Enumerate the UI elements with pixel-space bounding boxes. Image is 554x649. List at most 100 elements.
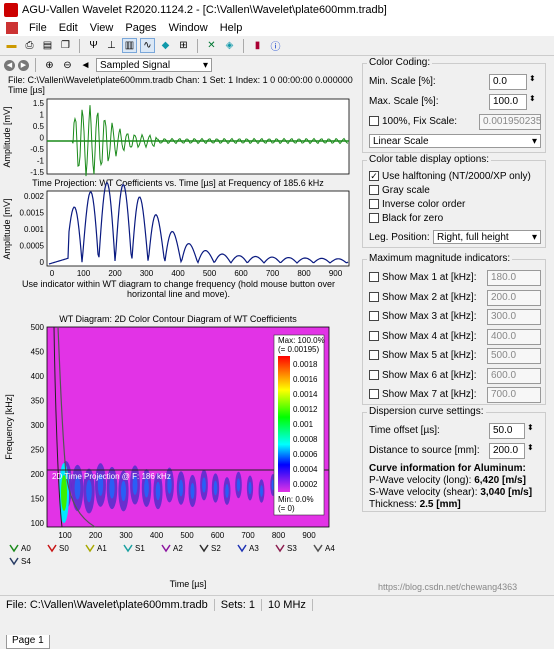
filter-icon[interactable]: Ψ	[86, 38, 101, 53]
plot3-ylabel: Frequency [kHz]	[4, 394, 14, 460]
menu-window[interactable]: Window	[163, 22, 214, 34]
legend-label: A4	[325, 544, 335, 553]
cube-icon[interactable]: ◆	[158, 38, 173, 53]
min-scale-input[interactable]: 0.0	[489, 74, 527, 90]
menu-help[interactable]: Help	[214, 22, 249, 34]
next-icon[interactable]: ▶	[18, 59, 29, 71]
legend-label: S2	[211, 544, 221, 553]
tick-label: 1.5	[33, 99, 45, 108]
legend-item-s4: S4	[9, 557, 31, 566]
print-preview-icon[interactable]: ▤	[40, 38, 55, 53]
legend-label: S4	[21, 557, 31, 566]
distance-input[interactable]: 200.0	[489, 443, 525, 459]
tick-label: 100	[77, 269, 91, 278]
grid-icon[interactable]: ⊞	[176, 38, 191, 53]
legend-label: A2	[173, 544, 183, 553]
signal-icon[interactable]: ⊥	[104, 38, 119, 53]
spinner-icon[interactable]: ⬍	[527, 423, 534, 432]
color-coding-title: Color Coding:	[367, 57, 433, 68]
menu-bar: File Edit View Pages Window Help	[0, 20, 554, 36]
black-zero-checkbox[interactable]	[369, 213, 379, 224]
fix-scale-checkbox[interactable]	[369, 116, 379, 127]
max-magnitude-title: Maximum magnitude indicators:	[367, 253, 513, 264]
tab-page-1[interactable]: Page 1	[6, 635, 50, 649]
title-bar: AGU-Vallen Wavelet R2020.1124.2 - [C:\Va…	[0, 0, 554, 20]
gray-scale-checkbox[interactable]	[369, 185, 379, 196]
legend-item-s3: S3	[275, 544, 297, 553]
previous-icon[interactable]: ◀	[4, 59, 15, 71]
status-rate: 10 MHz	[262, 598, 313, 611]
document-icon[interactable]	[6, 22, 18, 34]
cbar-tick: 0.0002	[293, 480, 318, 489]
open-folder-icon[interactable]: ▬	[4, 38, 19, 53]
menu-edit[interactable]: Edit	[53, 22, 84, 34]
max-indicator-checkbox[interactable]	[369, 350, 379, 361]
tick-label: 0.001	[24, 225, 45, 234]
mode-legend: A0 S0 A1 S1 A2 S2 A3 S3 A4 S4	[9, 544, 335, 566]
signal-select[interactable]: Sampled Signal ▾	[96, 58, 212, 72]
max-indicator-input[interactable]: 300.0	[487, 309, 541, 325]
time-offset-input[interactable]: 50.0	[489, 423, 525, 439]
leg-position-label: Leg. Position:	[369, 232, 430, 243]
zoom-out-icon[interactable]: ⊖	[60, 58, 75, 73]
menu-view[interactable]: View	[84, 22, 120, 34]
legend-item-a2: A2	[161, 544, 183, 553]
legend-label: A3	[249, 544, 259, 553]
max-indicator-label: Show Max 2 at [kHz]:	[382, 291, 477, 303]
zoom-in-icon[interactable]: ⊕	[42, 58, 57, 73]
settings-icon[interactable]: ◈	[222, 38, 237, 53]
tick-label: 0	[40, 134, 45, 143]
color-coding-group: Color Coding: Min. Scale [%]: 0.0 ⬍ Max.…	[362, 57, 546, 153]
tick-label: -1	[37, 157, 45, 166]
export-icon[interactable]: ✕	[204, 38, 219, 53]
spinner-icon[interactable]: ⬍	[529, 94, 536, 103]
halftoning-checkbox[interactable]: ✓	[369, 171, 379, 182]
menu-pages[interactable]: Pages	[119, 22, 162, 34]
max-scale-input[interactable]: 100.0	[489, 94, 527, 110]
app-icon	[4, 3, 18, 17]
max-indicator-checkbox[interactable]	[369, 272, 379, 283]
leg-position-select[interactable]: Right, full height ▾	[433, 230, 541, 244]
tick-label: 200	[108, 269, 122, 278]
color-table-title: Color table display options:	[367, 154, 492, 165]
max-indicator-input[interactable]: 500.0	[487, 348, 541, 364]
max-indicator-input[interactable]: 700.0	[487, 387, 541, 403]
legend-item-a1: A1	[85, 544, 107, 553]
max-indicator-row: Show Max 7 at [kHz]:	[369, 389, 476, 400]
time-offset-label: Time offset [µs]:	[369, 425, 440, 436]
fix-scale-input[interactable]: 0.001950235	[479, 114, 541, 130]
wavelet-icon[interactable]: ∿	[140, 38, 155, 53]
max-indicator-checkbox[interactable]	[369, 291, 379, 302]
scale-select[interactable]: Linear Scale ▾	[369, 134, 541, 148]
max-indicator-checkbox[interactable]	[369, 311, 379, 322]
tick-label: 900	[329, 269, 343, 278]
signal-plot: Amplitude [mV] 1.5 1 0.5 0 -0.5 -1 -1.5	[2, 98, 350, 177]
menu-file[interactable]: File	[23, 22, 53, 34]
max-indicator-row: Show Max 5 at [kHz]:	[369, 350, 476, 361]
cbar-tick: 0.0016	[293, 375, 318, 384]
tick-label: 600	[234, 269, 248, 278]
tick-label: 0.5	[33, 122, 45, 131]
dispersion-group: Dispersion curve settings: Time offset […	[362, 406, 546, 512]
max-indicator-checkbox[interactable]	[369, 369, 379, 380]
max-indicator-input[interactable]: 180.0	[487, 270, 541, 286]
book-icon[interactable]: ▮	[250, 38, 265, 53]
copy-icon[interactable]: ❐	[58, 38, 73, 53]
settings-panel: Color Coding: Min. Scale [%]: 0.0 ⬍ Max.…	[358, 57, 550, 592]
max-indicator-row: Show Max 2 at [kHz]:	[369, 292, 476, 303]
legend-item-s2: S2	[199, 544, 221, 553]
max-indicator-input[interactable]: 600.0	[487, 367, 541, 384]
legend-item-s0: S0	[47, 544, 69, 553]
chart-icon[interactable]: ▥	[122, 38, 137, 53]
info-icon[interactable]: ⓘ	[268, 38, 283, 53]
speaker-icon[interactable]: ◄	[78, 58, 93, 73]
spinner-icon[interactable]: ⬍	[529, 74, 536, 83]
max-indicator-input[interactable]: 200.0	[487, 289, 541, 306]
inverse-order-checkbox[interactable]	[369, 199, 379, 210]
tick-label: 600	[211, 531, 225, 540]
spinner-icon[interactable]: ⬍	[527, 443, 534, 452]
max-indicator-input[interactable]: 400.0	[487, 328, 541, 345]
max-indicator-checkbox[interactable]	[369, 330, 379, 341]
max-indicator-checkbox[interactable]	[369, 389, 379, 400]
print-icon[interactable]: ⎙	[22, 38, 37, 53]
